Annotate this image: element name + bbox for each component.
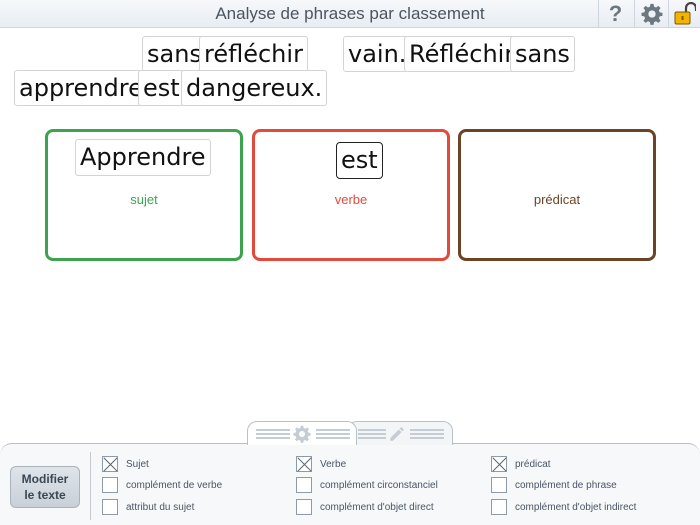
checkbox-sujet[interactable]: [102, 456, 118, 472]
checkbox-predicat[interactable]: [491, 456, 507, 472]
word-tile[interactable]: sans: [510, 36, 575, 72]
category-label-predicat: prédicat: [533, 192, 581, 207]
word-tile[interactable]: apprendre: [14, 70, 148, 106]
option-verbe[interactable]: Verbe: [296, 455, 346, 473]
checkbox-attribut-du-sujet[interactable]: [102, 499, 118, 515]
settings-button[interactable]: [634, 0, 668, 28]
modify-text-label-line1: Modifier: [21, 472, 69, 486]
option-attribut-du-sujet[interactable]: attribut du sujet: [102, 498, 194, 516]
option-label: prédicat: [515, 458, 551, 470]
placed-word-tile[interactable]: Apprendre: [75, 139, 211, 176]
pencil-icon: [390, 427, 404, 441]
checkbox-complement-circonstanciel[interactable]: [296, 477, 312, 493]
option-label: complément circonstanciel: [320, 479, 438, 491]
checkbox-complement-de-phrase[interactable]: [491, 477, 507, 493]
modify-text-button[interactable]: Modifier le texte: [10, 466, 80, 508]
option-label: attribut du sujet: [126, 501, 195, 513]
option-complement-objet-direct[interactable]: complément d'objet direct: [296, 498, 434, 516]
panel-divider: [90, 452, 91, 520]
lock-button[interactable]: [668, 0, 700, 28]
grip-lines: [256, 429, 290, 439]
option-label: complément de verbe: [126, 479, 223, 491]
option-label: Sujet: [126, 458, 149, 470]
unlock-icon: [674, 2, 696, 25]
edit-tab[interactable]: [347, 421, 453, 445]
checkbox-complement-de-verbe[interactable]: [102, 477, 118, 493]
option-complement-de-phrase[interactable]: complément de phrase: [491, 476, 617, 494]
grip-lines: [410, 429, 444, 439]
option-predicat[interactable]: prédicat: [491, 455, 551, 473]
checkbox-complement-objet-direct[interactable]: [296, 499, 312, 515]
modify-text-label-line2: le texte: [24, 488, 66, 502]
word-tile[interactable]: réfléchir: [199, 36, 308, 72]
word-tile[interactable]: sans: [142, 36, 207, 72]
help-icon: ?: [608, 1, 623, 26]
settings-tab[interactable]: [247, 421, 357, 445]
option-label: Verbe: [320, 458, 347, 470]
panel-tabs: [247, 421, 457, 445]
title-bar: Analyse de phrases par classement ?: [0, 0, 700, 28]
app-title: Analyse de phrases par classement: [215, 4, 485, 23]
option-label: complément de phrase: [515, 479, 617, 491]
gear-icon: [641, 3, 662, 25]
word-tile[interactable]: vain.: [343, 36, 412, 72]
gear-icon: [293, 425, 311, 443]
placed-word-tile[interactable]: est: [336, 142, 383, 179]
category-label-verbe: verbe: [334, 192, 368, 207]
word-tile[interactable]: Réfléchir: [404, 36, 520, 72]
checkbox-verbe[interactable]: [296, 456, 312, 472]
word-tile[interactable]: est: [138, 70, 185, 106]
option-label: complément d'objet indirect: [515, 501, 637, 513]
option-complement-de-verbe[interactable]: complément de verbe: [102, 476, 222, 494]
help-button[interactable]: ?: [598, 0, 632, 28]
word-tile[interactable]: dangereux.: [181, 70, 328, 106]
grip-lines: [316, 429, 350, 439]
option-complement-objet-indirect[interactable]: complément d'objet indirect: [491, 498, 636, 516]
category-box-predicat[interactable]: prédicat: [458, 129, 656, 261]
checkbox-complement-objet-indirect[interactable]: [491, 499, 507, 515]
option-complement-circonstanciel[interactable]: complément circonstanciel: [296, 476, 438, 494]
category-label-sujet: sujet: [130, 192, 158, 207]
option-sujet[interactable]: Sujet: [102, 455, 149, 473]
option-label: complément d'objet direct: [320, 501, 434, 513]
grip-lines: [358, 429, 386, 439]
